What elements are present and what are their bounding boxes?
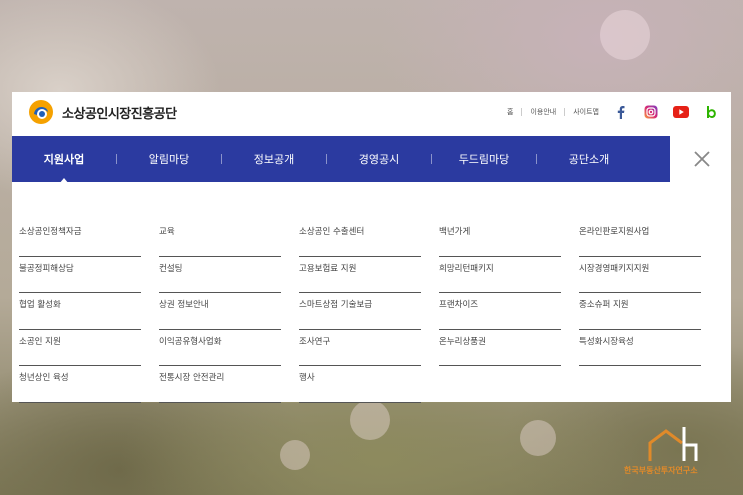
submenu-item[interactable]: 중소슈퍼 지원 (579, 293, 701, 330)
submenu-item[interactable]: 백년가게 (439, 220, 561, 257)
submenu-column: 교육 컨설팅 상권 정보안내 이익공유형사업화 전통시장 안전관리 (159, 220, 299, 403)
youtube-icon[interactable] (673, 104, 689, 120)
submenu-item[interactable]: 청년상인 육성 (19, 366, 141, 403)
watermark-text: 한국부동산투자연구소 (624, 466, 698, 475)
submenu-item[interactable]: 전통시장 안전관리 (159, 366, 281, 403)
submenu-column: 백년가게 희망리턴패키지 프랜차이즈 온누리상품권 (439, 220, 579, 403)
submenu-column: 소상공인정책자금 불공정피해상담 협업 활성화 소공인 지원 청년상인 육성 (19, 220, 159, 403)
header-bar: 소상공인시장진흥공단 홈 이용안내 사이트맵 (12, 92, 731, 136)
submenu-item[interactable]: 조사연구 (299, 330, 421, 366)
submenu-item[interactable]: 프랜차이즈 (439, 293, 561, 330)
submenu-item[interactable]: 상권 정보안내 (159, 293, 281, 330)
close-icon[interactable] (692, 149, 712, 169)
background-bokeh (350, 400, 390, 440)
divider (521, 108, 523, 116)
guide-link[interactable]: 이용안내 (530, 107, 556, 117)
submenu-item[interactable]: 컨설팅 (159, 257, 281, 293)
nav-about[interactable]: 공단소개 (537, 151, 641, 167)
submenu-item[interactable]: 이익공유형사업화 (159, 330, 281, 366)
nav-dudream[interactable]: 두드림마당 (432, 151, 536, 167)
submenu-item[interactable]: 소상공인 수출센터 (299, 220, 421, 257)
submenu-item[interactable]: 온누리상품권 (439, 330, 561, 366)
facebook-icon[interactable] (613, 104, 629, 120)
submenu-item[interactable]: 교육 (159, 220, 281, 257)
submenu-item[interactable]: 스마트상점 기술보급 (299, 293, 421, 330)
submenu-item[interactable]: 소공인 지원 (19, 330, 141, 366)
submenu-item[interactable]: 소상공인정책자금 (19, 220, 141, 257)
submenu-item[interactable]: 특성화시장육성 (579, 330, 701, 366)
submenu-item[interactable]: 고용보험료 지원 (299, 257, 421, 293)
nav-notices[interactable]: 알림마당 (117, 151, 221, 167)
background-bokeh (600, 10, 650, 60)
submenu-item[interactable]: 시장경영패키지지원 (579, 257, 701, 293)
submenu-item[interactable]: 행사 (299, 366, 421, 403)
submenu-item[interactable]: 불공정피해상담 (19, 257, 141, 293)
submenu-grid: 소상공인정책자금 불공정피해상담 협업 활성화 소공인 지원 청년상인 육성 교… (19, 220, 719, 403)
main-navigation: 지원사업 알림마당 정보공개 경영공시 두드림마당 공단소개 (12, 136, 670, 184)
submenu-item[interactable]: 온라인판로지원사업 (579, 220, 701, 257)
utility-nav: 홈 이용안내 사이트맵 (507, 104, 719, 120)
submenu-column: 소상공인 수출센터 고용보험료 지원 스마트상점 기술보급 조사연구 행사 (299, 220, 439, 403)
site-logo[interactable]: 소상공인시장진흥공단 (28, 99, 177, 125)
logo-icon (29, 100, 53, 124)
org-name: 소상공인시장진흥공단 (62, 106, 177, 122)
submenu-item[interactable]: 협업 활성화 (19, 293, 141, 330)
submenu-column: 온라인판로지원사업 시장경영패키지지원 중소슈퍼 지원 특성화시장육성 (579, 220, 719, 403)
nav-information-disclosure[interactable]: 정보공개 (222, 151, 326, 167)
divider (564, 108, 566, 116)
home-link[interactable]: 홈 (507, 107, 513, 117)
nav-support-business[interactable]: 지원사업 (12, 151, 116, 184)
submenu-item[interactable]: 희망리턴패키지 (439, 257, 561, 293)
watermark: 한국부동산투자연구소 (624, 425, 724, 480)
blog-icon[interactable] (703, 104, 719, 120)
background-bokeh (280, 440, 310, 470)
house-logo-icon (648, 427, 698, 461)
nav-management-disclosure[interactable]: 경영공시 (327, 151, 431, 167)
background-bokeh (520, 420, 556, 456)
instagram-icon[interactable] (643, 104, 659, 120)
menu-panel: 소상공인시장진흥공단 홈 이용안내 사이트맵 지원사업 알림마당 정보공개 경영… (12, 92, 731, 403)
sitemap-link[interactable]: 사이트맵 (573, 107, 599, 117)
